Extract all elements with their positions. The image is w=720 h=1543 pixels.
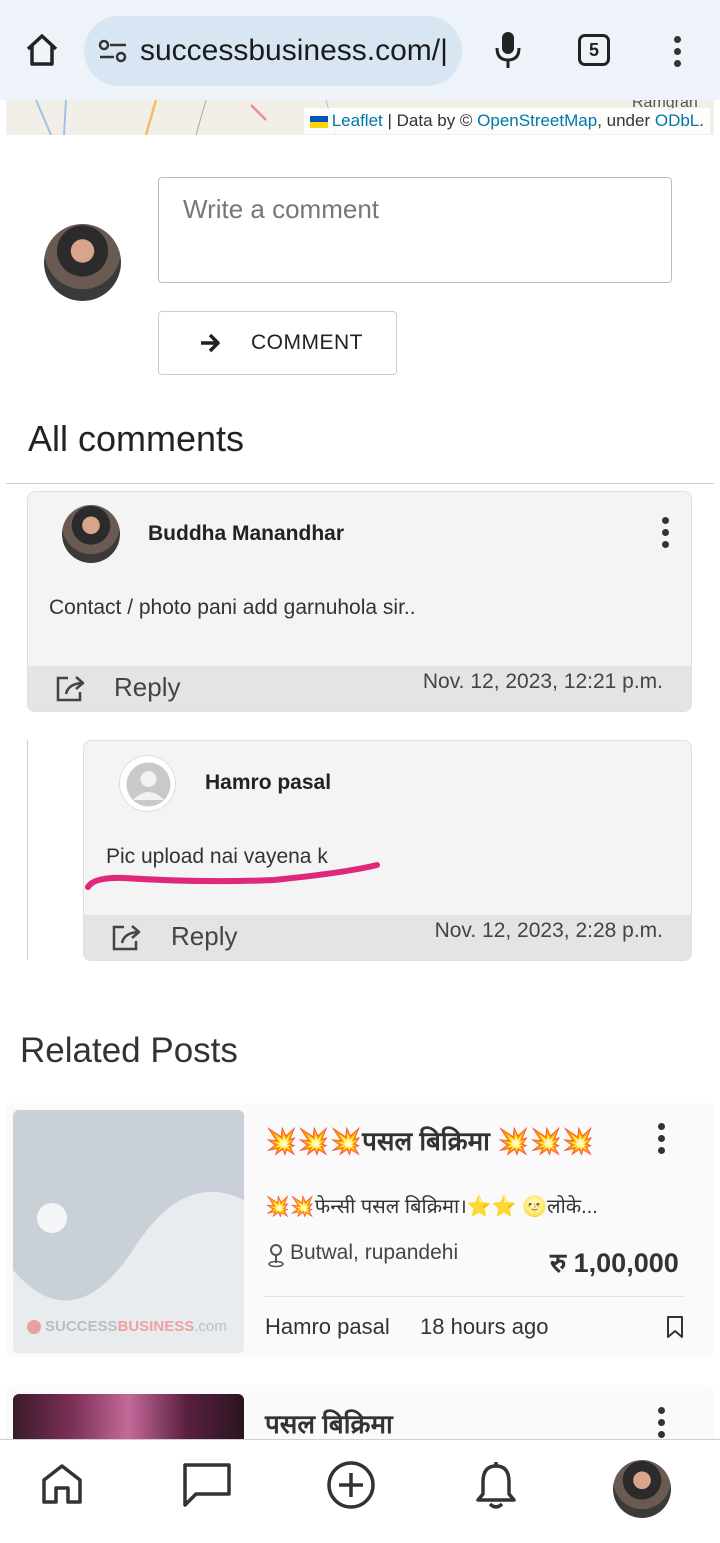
comment-date: Nov. 12, 2023, 2:28 p.m.: [434, 919, 663, 942]
post-divider: [265, 1296, 685, 1297]
comment-card: Buddha Manandhar Contact / photo pani ad…: [27, 491, 692, 712]
comment-text: Contact / photo pani add garnuhola sir..: [49, 596, 416, 619]
notifications-nav-icon[interactable]: [474, 1460, 518, 1510]
thread-line: [27, 740, 28, 960]
comment-author[interactable]: Buddha Manandhar: [148, 522, 344, 546]
comment-date: Nov. 12, 2023, 12:21 p.m.: [422, 670, 663, 693]
post-location: Butwal, rupandehi: [290, 1241, 459, 1264]
default-user-avatar: [119, 755, 176, 812]
comment-author[interactable]: Hamro pasal: [205, 771, 331, 795]
post-seller[interactable]: Hamro pasal: [265, 1314, 390, 1340]
post-thumbnail-placeholder[interactable]: SUCCESSBUSINESS.com: [13, 1110, 244, 1353]
comment-submit-label: COMMENT: [251, 331, 363, 354]
post-time: 18 hours ago: [420, 1314, 549, 1339]
home-icon[interactable]: [24, 32, 60, 68]
post-menu-icon[interactable]: [658, 1123, 668, 1159]
share-reply-icon[interactable]: [54, 674, 88, 704]
comment-author-avatar: [62, 505, 120, 563]
post-menu-icon[interactable]: [658, 1407, 668, 1443]
post-price: रु 1,00,000: [550, 1248, 679, 1278]
attribution-text: | Data by ©: [382, 111, 478, 130]
tab-switcher-button[interactable]: 5: [578, 34, 610, 66]
map-attribution: Leaflet | Data by © OpenStreetMap, under…: [303, 108, 710, 134]
brand-logo-icon: [27, 1320, 41, 1335]
browser-menu-icon[interactable]: [674, 36, 684, 72]
post-description: 💥💥फेन्सी पसल बिक्रिमा।⭐⭐ 🌝लोके...: [265, 1196, 598, 1218]
bottom-navigation: [0, 1439, 720, 1543]
leaflet-link[interactable]: Leaflet: [332, 111, 383, 130]
watermark-suffix: .com: [194, 1318, 227, 1335]
user-silhouette-icon: [126, 762, 171, 807]
reply-button[interactable]: Reply: [114, 672, 180, 703]
post-title[interactable]: पसल बिक्रिमा: [265, 1405, 393, 1441]
watermark-prefix: SUCCESS: [45, 1318, 118, 1335]
image-placeholder-icon: [13, 1110, 244, 1353]
openstreetmap-link[interactable]: OpenStreetMap: [477, 111, 597, 130]
comment-input-wrapper: [158, 177, 672, 283]
bookmark-icon[interactable]: [665, 1315, 685, 1339]
microphone-icon[interactable]: [494, 30, 522, 70]
arrow-right-icon: [201, 333, 220, 353]
url-text: successbusiness.com/|: [140, 34, 448, 67]
profile-nav-avatar[interactable]: [613, 1460, 671, 1518]
comment-submit-button[interactable]: COMMENT: [158, 311, 397, 375]
ukraine-flag-icon: [309, 115, 328, 128]
post-thumbnail[interactable]: [13, 1394, 244, 1444]
address-bar[interactable]: successbusiness.com/|: [84, 16, 462, 86]
odbl-link[interactable]: ODbL: [655, 111, 699, 130]
comment-input[interactable]: [159, 178, 671, 282]
reply-comment-card: Hamro pasal Pic upload nai vayena k Repl…: [83, 740, 692, 961]
related-posts-heading: Related Posts: [20, 1031, 238, 1070]
attribution-text-under: , under: [597, 111, 655, 130]
watermark: SUCCESSBUSINESS.com: [27, 1318, 227, 1335]
share-reply-icon[interactable]: [110, 923, 144, 953]
add-post-nav-icon[interactable]: [326, 1460, 376, 1510]
chat-nav-icon[interactable]: [182, 1462, 232, 1508]
browser-toolbar: successbusiness.com/| 5: [0, 0, 720, 100]
home-nav-icon[interactable]: [40, 1462, 84, 1506]
attribution-end: .: [699, 111, 704, 130]
site-settings-icon[interactable]: [98, 38, 128, 64]
current-user-avatar: [44, 224, 121, 301]
location-pin-icon: [268, 1244, 284, 1268]
reply-button[interactable]: Reply: [171, 921, 237, 952]
all-comments-heading: All comments: [28, 418, 245, 459]
highlight-underline-annotation: [85, 862, 380, 890]
section-divider: [6, 483, 714, 484]
comment-footer: Reply Nov. 12, 2023, 12:21 p.m.: [28, 666, 691, 711]
comment-footer: Reply Nov. 12, 2023, 2:28 p.m.: [84, 915, 691, 960]
comment-menu-icon[interactable]: [662, 517, 672, 553]
post-title[interactable]: 💥💥💥पसल बिक्रिमा 💥💥💥: [265, 1122, 594, 1158]
watermark-brand: BUSINESS: [117, 1318, 195, 1335]
